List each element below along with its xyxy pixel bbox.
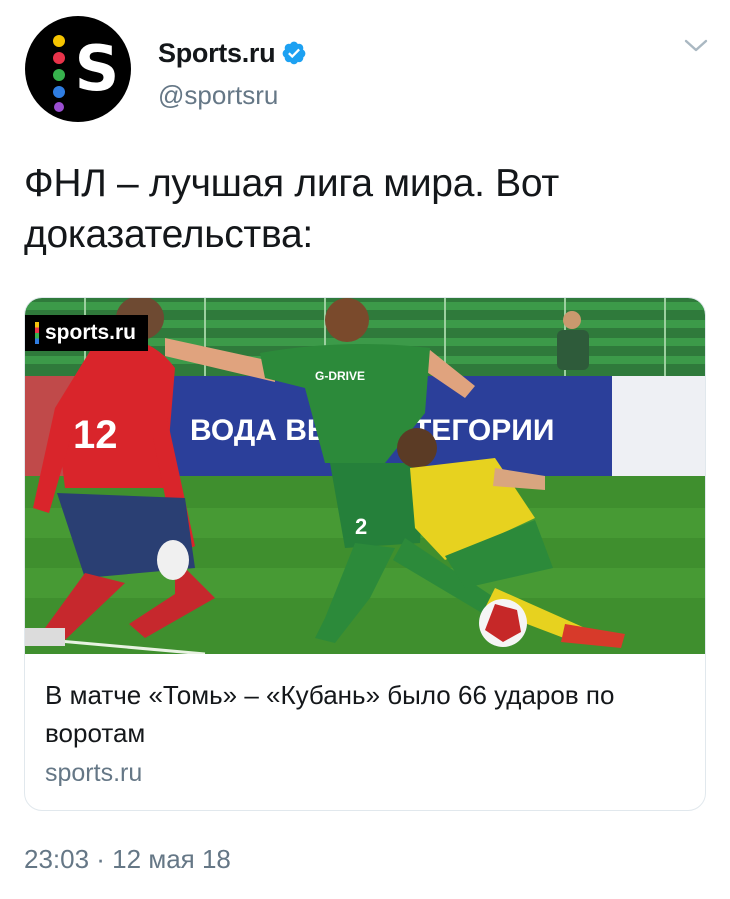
- card-domain: sports.ru: [45, 759, 143, 787]
- author-display-name[interactable]: Sports.ru: [158, 38, 276, 69]
- striker-number: 2: [355, 514, 367, 539]
- card-image[interactable]: ВОДА ВЫ Й КАТЕГОРИИ 12: [25, 298, 705, 654]
- watermark-text: sports.ru: [45, 321, 137, 344]
- tweet-text: ФНЛ – лучшая лига мира. Вот доказательст…: [24, 162, 559, 256]
- card-watermark: sports.ru: [25, 315, 149, 351]
- jersey-text: G-DRIVE: [315, 369, 365, 383]
- tweet-timestamp[interactable]: 23:03 · 12 мая 18: [24, 842, 231, 876]
- author-handle[interactable]: @sportsru: [158, 80, 278, 111]
- card-title[interactable]: В матче «Томь» – «Кубань» было 66 ударов…: [45, 676, 685, 752]
- avatar-letter: S: [74, 32, 120, 105]
- avatar[interactable]: S: [25, 16, 131, 122]
- football-photo: ВОДА ВЫ Й КАТЕГОРИИ 12: [25, 298, 705, 654]
- tweet: S Sports.ru @sportsru ФНЛ – лучшая лига …: [0, 0, 730, 899]
- link-card[interactable]: ВОДА ВЫ Й КАТЕГОРИИ 12: [24, 297, 706, 811]
- verified-badge-icon: [282, 41, 306, 65]
- chevron-down-icon[interactable]: [681, 34, 711, 58]
- watermark-logo-icon: [35, 322, 39, 344]
- author-name-row: Sports.ru: [158, 36, 307, 70]
- goalkeeper-number: 12: [73, 413, 118, 457]
